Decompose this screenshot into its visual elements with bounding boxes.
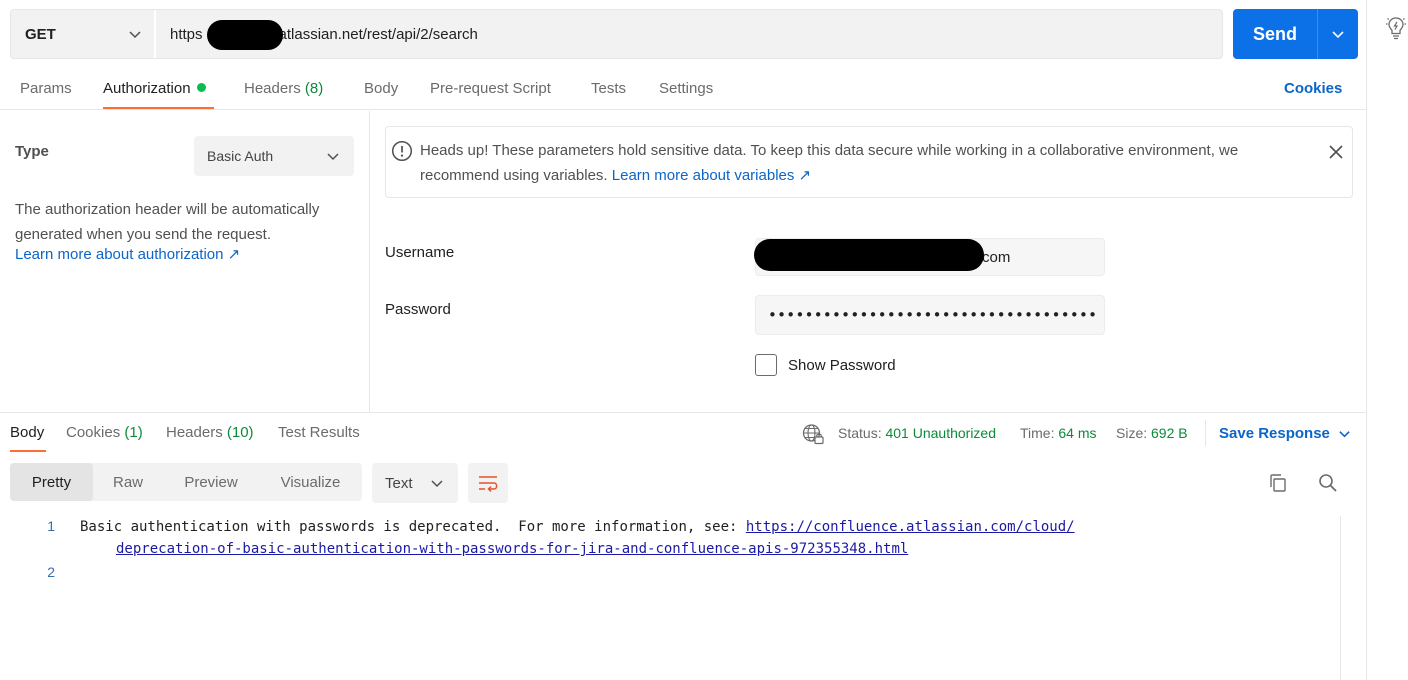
active-tab-indicator [103,107,214,109]
time-label: Time: [1020,425,1055,441]
send-button[interactable]: Send [1233,9,1318,59]
size-value: 692 B [1151,425,1188,441]
lightbulb-icon[interactable] [1385,15,1407,41]
response-link[interactable]: https://confluence.atlassian.com/cloud/ [746,519,1075,535]
type-label: Type [15,143,49,160]
view-visualize-button[interactable]: Visualize [259,463,362,501]
show-password-label: Show Password [788,356,896,374]
divider [1205,420,1206,446]
status-readout: Status: 401 Unauthorized [838,425,996,441]
learn-more-authorization-link[interactable]: Learn more about authorization ↗ [15,245,240,263]
view-pretty-button[interactable]: Pretty [10,463,93,501]
chevron-down-icon [1339,431,1350,438]
auth-type-value: Basic Auth [207,148,274,164]
status-dot [196,83,206,92]
tab-prerequest-script[interactable]: Pre-request Script [430,80,551,97]
wrap-lines-button[interactable] [468,463,508,503]
tab-settings[interactable]: Settings [659,80,713,97]
line-number: 1 [47,518,55,534]
close-icon[interactable] [1326,142,1346,162]
search-icon[interactable] [1317,472,1339,494]
url-input[interactable]: https atlassian.net/rest/api/2/search [156,19,1222,50]
status-label: Status: [838,425,882,441]
size-label: Size: [1116,425,1148,441]
sensitive-data-notice: Heads up! These parameters hold sensitiv… [385,126,1353,198]
learn-more-variables-link[interactable]: Learn more about variables ↗ [612,167,811,184]
response-tab-headers[interactable]: Headers (10) [166,424,254,441]
username-label: Username [385,244,455,261]
response-tab-headers-count: (10) [226,424,254,441]
chevron-down-icon [431,480,443,488]
request-tabs: Params Authorization Headers (8) Body Pr… [0,68,1366,110]
panel-divider [1366,0,1367,680]
size-readout: Size: 692 B [1116,425,1188,441]
tab-authorization-label: Authorization [103,80,191,97]
active-response-tab-indicator [10,450,46,452]
tab-params[interactable]: Params [20,80,72,97]
show-password-toggle[interactable]: Show Password [755,354,896,376]
response-tab-headers-label: Headers [166,424,223,441]
redaction-mark [754,239,984,271]
send-options-button[interactable] [1318,9,1358,59]
notice-text: Heads up! These parameters hold sensitiv… [420,142,1239,184]
wrap-lines-icon [479,476,498,493]
save-response-button[interactable]: Save Response [1219,425,1351,442]
response-link-continuation[interactable]: deprecation-of-basic-authentication-with… [116,541,908,557]
time-readout: Time: 64 ms [1020,425,1097,441]
globe-lock-icon[interactable] [802,423,824,445]
password-label: Password [385,301,451,318]
show-password-checkbox[interactable] [755,354,777,376]
auth-type-select[interactable]: Basic Auth [194,136,354,176]
url-text: https atlassian.net/rest/api/2/search [170,19,478,50]
response-view-switcher: Pretty Raw Preview Visualize [10,463,362,501]
view-raw-button[interactable]: Raw [93,463,163,501]
username-field[interactable]: com [754,238,1105,276]
code-text: Basic authentication with passwords is d… [80,519,746,535]
format-select[interactable]: Text [372,463,458,503]
editor-scrollbar-track[interactable] [1340,516,1341,680]
chevron-down-icon [1332,31,1344,39]
chevron-down-icon [129,31,141,39]
view-preview-button[interactable]: Preview [163,463,259,501]
response-tab-cookies-label: Cookies [66,424,121,441]
tab-tests[interactable]: Tests [591,80,626,97]
info-circle-icon [391,140,413,162]
cookies-link[interactable]: Cookies [1284,80,1342,97]
method-label: GET [25,25,56,43]
save-response-label: Save Response [1219,425,1330,442]
tab-authorization[interactable]: Authorization [103,80,206,97]
tab-headers-label: Headers [244,80,301,97]
chevron-down-icon [327,153,339,161]
code-line: Basic authentication with passwords is d… [80,516,1075,538]
format-value: Text [385,474,413,492]
status-value: 401 Unauthorized [885,425,997,441]
response-tab-cookies[interactable]: Cookies (1) [66,424,143,441]
method-select[interactable]: GET [11,10,156,58]
request-bar: GET https atlassian.net/rest/api/2/search [10,9,1223,59]
send-button-group: Send [1233,9,1358,59]
response-tab-test-results[interactable]: Test Results [278,424,360,441]
response-divider [0,412,1366,413]
response-tab-cookies-count: (1) [124,424,143,441]
time-value: 64 ms [1058,425,1097,441]
response-tab-body[interactable]: Body [10,424,44,441]
password-value: •••••••••••••••••••••••••••••••••••• [768,306,1098,324]
username-value: com [982,248,1011,266]
tab-body[interactable]: Body [364,80,398,97]
copy-icon[interactable] [1267,472,1289,494]
tab-headers-count: (8) [304,80,324,97]
password-field[interactable]: •••••••••••••••••••••••••••••••••••• [755,295,1105,335]
redaction-mark [207,19,283,50]
auth-type-panel: Type Basic Auth The authorization header… [0,111,370,412]
line-number: 2 [47,564,55,580]
auth-description: The authorization header will be automat… [15,201,320,243]
tab-headers[interactable]: Headers (8) [244,80,323,97]
code-line-continuation: deprecation-of-basic-authentication-with… [116,538,908,560]
